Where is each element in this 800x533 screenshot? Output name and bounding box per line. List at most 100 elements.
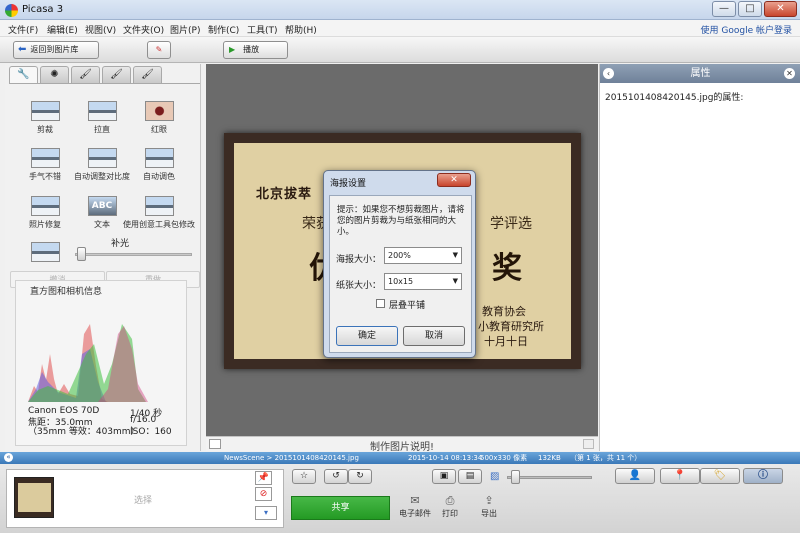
tool-retouch[interactable]: 照片修复 [20,196,70,230]
crop-icon [30,101,60,121]
selection-tray: 选择 [6,469,284,528]
red-eye-icon [144,101,174,121]
chevron-down-icon: ▼ [452,277,458,285]
fill-light-slider-thumb[interactable] [77,247,86,261]
file-properties-label: 2015101408420145.jpg的属性: [605,93,744,103]
menu-tools[interactable]: 工具(T) [247,23,278,36]
export-action[interactable]: ⇪ 导出 [469,494,509,519]
tab-effects[interactable]: 🖌 [71,66,100,83]
tool-straighten[interactable]: 拉直 [77,101,127,135]
collapse-left-icon[interactable]: ‹ [603,68,614,79]
thumbnail-caption-button[interactable]: ▣ [432,469,456,484]
map-pin-icon: 📍 [673,470,687,481]
menu-view[interactable]: 视图(V) [85,23,116,36]
dialog-body: 提示：如果您不想剪裁图片，请将您的图片剪裁为与纸张相同的大小。 海报大小： 20… [329,195,472,353]
menu-create[interactable]: 制作(C) [208,23,239,36]
places-button[interactable]: 📍 [660,468,700,484]
cancel-button[interactable]: 取消 [403,326,465,346]
status-bar: « NewsScene > 2015101408420145.jpg 2015-… [0,452,800,464]
google-signin-link[interactable]: 使用 Google 帐户登录 [701,23,792,36]
overlap-tiles-checkbox[interactable] [376,299,385,308]
photo-text-line6: 十月十日 [484,335,528,348]
collapse-tray-icon[interactable]: « [4,453,13,462]
fill-light-icon [31,242,60,262]
tool-feeling-lucky[interactable]: 手气不错 [20,148,70,182]
tab-effects-3[interactable]: 🖌 [133,66,162,83]
info-button[interactable]: ⓘ [743,468,783,484]
brush-icon: 🖌 [79,69,92,80]
dialog-title: 海报设置 [330,179,367,189]
main-toolbar: ⬅返回到图片库 ✎ ▶播放 ➜ ➜ A AB AA [0,37,800,97]
share-button[interactable]: 共享 [291,496,390,520]
status-date: 2015-10-14 08:13:34 [408,454,483,462]
title-bar: Picasa 3 — □ ✕ [0,0,800,20]
email-action[interactable]: ✉ 电子邮件 [395,494,435,519]
back-to-library-button[interactable]: ⬅ 返回到图片库 [13,41,99,59]
tool-auto-color[interactable]: 自动调色 [134,148,184,182]
status-filesize: 132KB [538,454,561,462]
caption-bar: 制作图片说明! [206,436,598,453]
zoom-slider-thumb[interactable] [511,470,520,484]
menu-edit[interactable]: 编辑(E) [47,23,78,36]
grid-icon: ▤ [465,471,475,481]
auto-color-icon [144,148,174,168]
print-action[interactable]: ⎙ 打印 [430,494,470,519]
menu-folder[interactable]: 文件夹(O) [123,23,164,36]
slideshow-play-button[interactable]: ▶ 播放 [223,41,288,59]
properties-panel: 属性 ‹ ✕ 2015101408420145.jpg的属性: [599,64,800,451]
zoom-photo-icon: ▨ [490,471,500,482]
rotate-right-button[interactable]: ↻ [348,469,372,484]
ok-button[interactable]: 确定 [336,326,398,346]
fill-light-label: 补光 [111,239,130,249]
caption-corner-icon[interactable] [583,439,594,449]
tag-icon: 🏷 [713,470,727,481]
photo-text-line2-right: 学评选 [490,216,532,232]
people-button[interactable]: 👤 [615,468,655,484]
tray-selection-label: 选择 [134,496,153,506]
tool-crop[interactable]: 剪裁 [20,101,70,135]
tab-tuning[interactable]: ✺ [40,66,69,83]
menu-help[interactable]: 帮助(H) [285,23,317,36]
feeling-lucky-icon [30,148,60,168]
rotate-left-button[interactable]: ↺ [324,469,348,484]
tool-auto-contrast[interactable]: 自动调整对比度 [69,148,135,182]
minimize-button[interactable]: — [712,1,736,17]
close-window-button[interactable]: ✕ [764,1,797,17]
album-add-icon[interactable]: ▾ [255,506,277,520]
menu-file[interactable]: 文件(F) [8,23,38,36]
play-icon: ▶ [229,45,236,54]
poster-size-select[interactable]: 200% ▼ [384,247,462,264]
auto-contrast-icon [87,148,117,168]
film-icon: ▣ [439,471,449,481]
fill-light-slider-track[interactable] [75,253,192,256]
caption-input[interactable]: 制作图片说明! [206,438,598,453]
photo-tray: 选择 📌 ⊘ ▾ ☆ ↺ ↻ ▣ ▤ ▨ 👤 📍 🏷 ⓘ 共享 ✉ 电子邮件 ⎙ 打… [0,464,800,533]
photo-text-line4: 教育协会 [482,305,526,318]
menu-bar: 文件(F) 编辑(E) 视图(V) 文件夹(O) 图片(P) 制作(C) 工具(… [0,20,800,37]
poster-settings-dialog: 海报设置 ✕ 提示：如果您不想剪裁图片，请将您的图片剪裁为与纸张相同的大小。 海… [323,170,476,358]
star-button[interactable]: ☆ [292,469,316,484]
tray-thumbnail[interactable] [14,477,54,518]
status-dimensions: 500x330 像素 [480,454,528,462]
clear-selection-icon[interactable]: ⊘ [255,487,272,501]
window-title: Picasa 3 [22,4,64,15]
photo-text-line1: 北京拔萃 [256,187,313,202]
hold-pin-icon[interactable]: 📌 [255,471,272,485]
histogram-panel: 直方图和相机信息 Canon EOS 70D 焦距：35.0mm （35mm 等… [15,280,187,446]
edit-tools-button[interactable]: ✎ [147,41,171,59]
tab-effects-2[interactable]: 🖌 [102,66,131,83]
maximize-button[interactable]: □ [738,1,762,17]
histogram-chart [28,324,148,402]
close-panel-icon[interactable]: ✕ [784,68,795,79]
paper-size-select[interactable]: 10x15 ▼ [384,273,462,290]
tab-basic-fixes[interactable]: 🔧 [9,66,38,83]
tags-button[interactable]: 🏷 [700,468,740,484]
tool-redeye[interactable]: 红眼 [134,101,184,135]
chevron-down-icon: ▼ [452,251,458,259]
thumbnail-size-button[interactable]: ▤ [458,469,482,484]
dialog-close-button[interactable]: ✕ [437,173,471,187]
menu-picture[interactable]: 图片(P) [170,23,200,36]
tool-creative-kit[interactable]: 使用创意工具包修改 [115,196,203,230]
dialog-hint: 提示：如果您不想剪裁图片，请将您的图片剪裁为与纸张相同的大小。 [337,205,465,237]
properties-header: 属性 [600,64,800,83]
